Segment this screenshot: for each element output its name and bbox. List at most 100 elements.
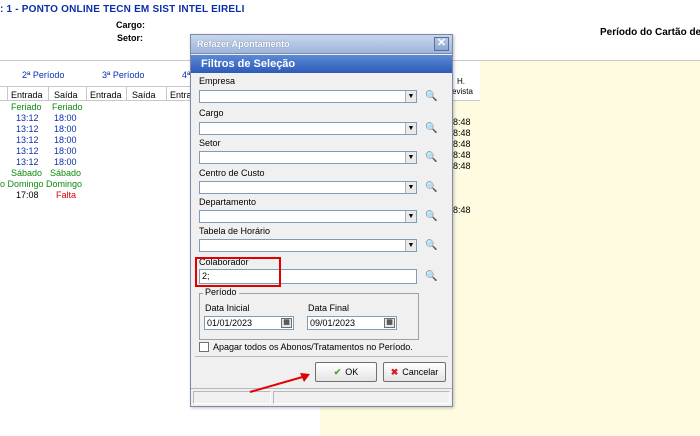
table-row[interactable]: Sábado Sábado <box>0 168 192 179</box>
chevron-down-icon[interactable]: ▼ <box>405 240 416 251</box>
setor-combo[interactable]: ▼ <box>199 151 417 164</box>
apagar-abonos-label: Apagar todos os Abonos/Tratamentos no Pe… <box>213 342 413 352</box>
close-icon[interactable]: ✕ <box>434 37 449 51</box>
h-previsto-value: 8:48 <box>453 161 471 171</box>
h-previsto-value: 8:48 <box>453 205 471 215</box>
col-saida-2: Saída <box>54 90 78 100</box>
table-row[interactable]: 13:12 18:00 <box>0 146 192 157</box>
periodo-cartao-label: Período do Cartão de <box>600 27 700 38</box>
cell-saida: 18:00 <box>54 157 77 167</box>
h-previsto-value <box>453 194 471 205</box>
h-previsto-value <box>453 183 471 194</box>
data-final-value: 09/01/2023 <box>310 318 356 328</box>
dialog-title: Refazer Apontamento <box>197 39 290 49</box>
departamento-lookup-icon[interactable]: 🔍 <box>425 210 438 223</box>
grid-vline <box>126 87 127 101</box>
col-entrada-3: Entrada <box>90 90 122 100</box>
cargo-label: Cargo: <box>116 20 145 30</box>
dialog-titlebar[interactable]: Refazer Apontamento ✕ <box>191 35 452 54</box>
cell-entrada: 17:08 <box>16 190 39 200</box>
cell-entrada: 13:12 <box>16 146 39 156</box>
cancel-label: Cancelar <box>402 367 439 377</box>
ok-button[interactable]: ✔ OK <box>315 362 377 382</box>
arrow-annotation-icon <box>249 373 310 393</box>
centro-custo-lookup-icon[interactable]: 🔍 <box>425 181 438 194</box>
table-row[interactable]: 13:12 18:00 <box>0 124 192 135</box>
grid-vline <box>86 87 87 101</box>
cell-saida: 18:00 <box>54 146 77 156</box>
h-previsto-value: 8:48 <box>453 117 471 127</box>
grid-vline <box>7 87 8 101</box>
empresa-label: Empresa <box>199 76 236 86</box>
col-entrada-4: Entra <box>170 90 192 100</box>
tabela-horario-lookup-icon[interactable]: 🔍 <box>425 239 438 252</box>
cell-saida: 18:00 <box>54 135 77 145</box>
cancel-button[interactable]: ✖ Cancelar <box>383 362 446 382</box>
table-row[interactable]: 13:12 18:00 <box>0 135 192 146</box>
company-title: : 1 - PONTO ONLINE TECN EM SIST INTEL EI… <box>0 4 245 15</box>
chevron-down-icon[interactable]: ▼ <box>405 123 416 134</box>
col-saida-3: Saída <box>132 90 156 100</box>
data-final-input[interactable]: 09/01/2023 ▦ <box>307 316 397 330</box>
period-2-header[interactable]: 2ª Período <box>22 70 64 80</box>
calendar-icon[interactable]: ▦ <box>281 318 292 328</box>
setor-lookup-icon[interactable]: 🔍 <box>425 151 438 164</box>
cell-saida: Falta <box>56 190 77 200</box>
grid-header: 2ª Período 3ª Período 4ª Entrada Saída E… <box>0 61 192 101</box>
h-previsto-value: 8:48 <box>453 139 471 149</box>
cell-entrada: 13:12 <box>16 124 39 134</box>
calendar-icon[interactable]: ▦ <box>384 318 395 328</box>
ok-label: OK <box>345 367 359 377</box>
chevron-down-icon[interactable]: ▼ <box>405 211 416 222</box>
setor-field-label: Setor <box>199 138 221 148</box>
colaborador-lookup-icon[interactable]: 🔍 <box>425 270 438 283</box>
setor-label: Setor: <box>117 33 144 43</box>
data-inicial-value: 01/01/2023 <box>207 318 253 328</box>
centro-custo-combo[interactable]: ▼ <box>199 181 417 194</box>
x-icon: ✖ <box>390 367 399 377</box>
cell-saida: 18:00 <box>54 124 77 134</box>
data-inicial-input[interactable]: 01/01/2023 ▦ <box>204 316 294 330</box>
period-3-header[interactable]: 3ª Período <box>102 70 144 80</box>
periodo-title: Período <box>203 287 239 297</box>
h-previsto-label: H. evista <box>452 77 473 97</box>
table-row[interactable]: Feriado Feriado <box>0 102 192 113</box>
cell-entrada: o Domingo <box>0 179 44 189</box>
colaborador-highlight <box>195 257 281 287</box>
h-previsto-value: 8:48 <box>453 128 471 138</box>
cell-saida: Feriado <box>52 102 83 112</box>
cell-entrada: 13:12 <box>16 113 39 123</box>
table-row[interactable]: 17:08 Falta <box>0 190 192 201</box>
data-final-label: Data Final <box>308 303 350 313</box>
centro-custo-label: Centro de Custo <box>199 168 265 178</box>
filters-title: Filtros de Seleção <box>201 58 296 70</box>
cargo-lookup-icon[interactable]: 🔍 <box>425 122 438 135</box>
table-row[interactable]: o Domingo Domingo <box>0 179 192 190</box>
chevron-down-icon[interactable]: ▼ <box>405 91 416 102</box>
data-inicial-label: Data Inicial <box>205 303 250 313</box>
table-row[interactable]: 13:12 18:00 <box>0 113 192 124</box>
tabela-horario-combo[interactable]: ▼ <box>199 239 417 252</box>
h-header-text: H. <box>457 77 465 86</box>
table-row[interactable]: 13:12 18:00 <box>0 157 192 168</box>
footer-divider <box>195 356 448 357</box>
grid-vline <box>166 87 167 101</box>
cell-entrada: Feriado <box>11 102 42 112</box>
apagar-abonos-checkbox[interactable] <box>199 342 209 352</box>
tabela-horario-label: Tabela de Horário <box>199 226 271 236</box>
h-sub-text: evista <box>452 87 473 96</box>
grid-vline <box>48 87 49 101</box>
chevron-down-icon[interactable]: ▼ <box>405 152 416 163</box>
chevron-down-icon[interactable]: ▼ <box>405 182 416 193</box>
cell-saida: Domingo <box>46 179 83 189</box>
empresa-lookup-icon[interactable]: 🔍 <box>425 90 438 103</box>
cell-entrada: 13:12 <box>16 157 39 167</box>
check-icon: ✔ <box>333 367 342 377</box>
grid-divider <box>0 86 192 87</box>
empresa-combo[interactable]: ▼ <box>199 90 417 103</box>
departamento-combo[interactable]: ▼ <box>199 210 417 223</box>
cargo-field-label: Cargo <box>199 108 224 118</box>
h-previsto-value: 8:48 <box>453 150 471 160</box>
cell-saida: 18:00 <box>54 113 77 123</box>
cargo-combo[interactable]: ▼ <box>199 122 417 135</box>
